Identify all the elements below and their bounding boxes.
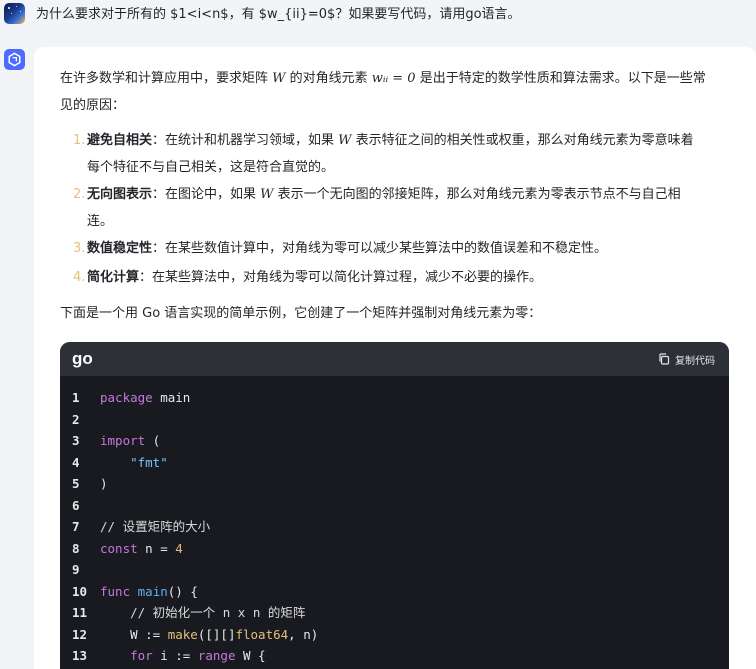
code-content: ) xyxy=(100,476,108,491)
code-line: 4 "fmt" xyxy=(60,452,729,474)
code-content: func main() { xyxy=(100,583,198,599)
code-content: package main xyxy=(100,390,191,405)
user-avatar xyxy=(4,3,25,24)
code-line: 8 const n = 4 xyxy=(60,538,729,560)
code-intro-paragraph: 下面是一个用 Go 语言实现的简单示例，它创建了一个矩阵并强制对角线元素为零： xyxy=(60,306,542,321)
matrix-symbol: W xyxy=(272,71,286,86)
list-item-continuation: 每个特征不与自己相关，这是符合直觉的。 xyxy=(87,160,335,175)
line-number: 2 xyxy=(72,411,80,427)
code-line: 6 xyxy=(60,495,729,517)
list-item: 2. 无向图表示：在图论中，如果 W 表示一个无向图的邻接矩阵，那么对角线元素为零… xyxy=(73,187,681,202)
list-item: 1. 避免自相关：在统计和机器学习领域，如果 W 表示特征之间的相关性或权重，那么… xyxy=(73,133,694,148)
line-number: 10 xyxy=(72,583,88,599)
line-number: 6 xyxy=(72,497,80,513)
code-line: 7 // 设置矩阵的大小 xyxy=(60,516,729,538)
line-number: 8 xyxy=(72,540,80,556)
code-line: 5) xyxy=(60,473,729,495)
user-message-row: 为什么要求对于所有的 $1<i<n$，有 $w_{ii}=0$？如果要写代码，请… xyxy=(0,0,756,38)
code-header: go 复制代码 xyxy=(60,342,729,376)
code-content: for i := range W { xyxy=(130,648,266,663)
code-line: 11 // 初始化一个 n x n 的矩阵 xyxy=(60,602,729,624)
line-number: 9 xyxy=(72,562,80,577)
hexagon-logo-icon xyxy=(8,52,21,67)
code-line: 1 package main xyxy=(60,387,729,409)
code-content: "fmt" xyxy=(130,454,168,470)
code-line: 2 xyxy=(60,409,729,431)
code-line: 13 for i := range W { xyxy=(60,645,729,667)
diagonal-element-formula: wᵢᵢ = 0 xyxy=(371,71,416,86)
line-number: 5 xyxy=(72,476,80,491)
line-number: 4 xyxy=(72,454,80,470)
user-message-text: 为什么要求对于所有的 $1<i<n$，有 $w_{ii}=0$？如果要写代码，请… xyxy=(36,7,521,22)
intro-paragraph-line1: 在许多数学和计算应用中，要求矩阵 W 的对角线元素 wᵢᵢ = 0 是出于特定的… xyxy=(60,71,706,86)
line-number: 3 xyxy=(72,433,80,448)
line-number: 12 xyxy=(72,626,88,642)
code-content: // 初始化一个 n x n 的矩阵 xyxy=(130,605,306,620)
line-number: 7 xyxy=(72,519,80,534)
copy-code-label: 复制代码 xyxy=(675,355,715,367)
code-content: // 设置矩阵的大小 xyxy=(100,519,211,534)
line-number: 13 xyxy=(72,648,88,663)
bot-avatar xyxy=(4,49,25,70)
code-line: 3 import ( xyxy=(60,430,729,452)
list-item: 4. 简化计算：在某些算法中，对角线为零可以简化计算过程，减少不必要的操作。 xyxy=(73,270,543,285)
copy-icon xyxy=(659,353,670,365)
list-item: 3. 数值稳定性：在某些数值计算中，对角线为零可以减少某些算法中的数值误差和不稳定… xyxy=(73,241,608,256)
code-content: import ( xyxy=(100,433,161,448)
copy-code-button[interactable]: 复制代码 xyxy=(658,350,715,368)
line-number: 11 xyxy=(72,605,88,620)
list-item-continuation: 连。 xyxy=(87,214,114,229)
code-language-label: go xyxy=(72,349,93,368)
intro-paragraph-line2: 见的原因： xyxy=(60,98,126,113)
code-content: const n = 4 xyxy=(100,540,183,556)
code-block: go 复制代码 1 package main 2 3 import (4 "fmt" 5)… xyxy=(60,342,729,669)
code-line: 12 W := make([][]float64, n) xyxy=(60,624,729,646)
code-content: W := make([][]float64, n) xyxy=(100,626,319,642)
code-line: 10 func main() { xyxy=(60,581,729,603)
line-number: 1 xyxy=(72,390,80,405)
code-line: 9 xyxy=(60,559,729,581)
